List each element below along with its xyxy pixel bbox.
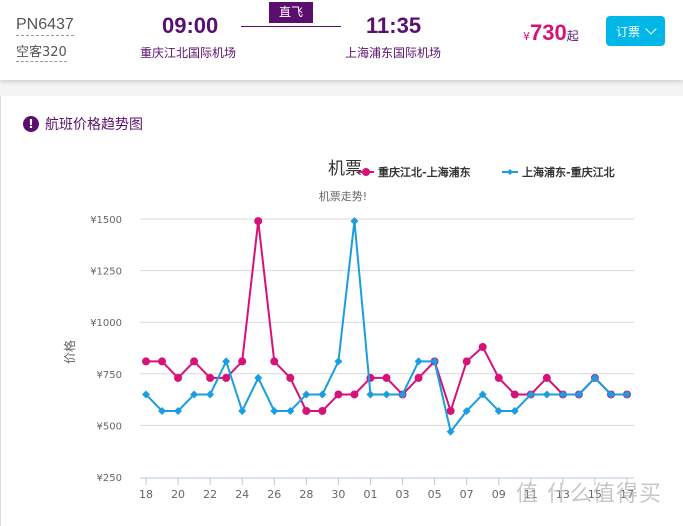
- data-point: [222, 373, 231, 382]
- data-point: [238, 406, 247, 415]
- data-point: [318, 390, 327, 399]
- series-lines: [142, 217, 631, 436]
- data-point: [238, 357, 247, 366]
- x-tick-label: 01: [363, 488, 377, 501]
- y-axis-label: 价格: [62, 340, 77, 364]
- data-point: [270, 406, 279, 415]
- legend-marker: [507, 169, 513, 175]
- data-point: [382, 373, 391, 382]
- x-tick-label: 18: [139, 488, 153, 501]
- data-point: [478, 342, 487, 351]
- data-point: [382, 390, 391, 399]
- data-point: [350, 217, 359, 226]
- legend: 重庆江北-上海浦东 上海浦东-重庆江北: [358, 165, 615, 179]
- price-trend-chart: ¥250 ¥500 ¥750 ¥1000 ¥1250 ¥1500 18 20 22 24 26 28…: [62, 159, 634, 501]
- data-point: [334, 357, 343, 366]
- data-point: [158, 357, 167, 366]
- data-point: [318, 406, 327, 415]
- x-tick-label: 09: [492, 488, 506, 501]
- data-point: [190, 357, 199, 366]
- data-point: [414, 373, 423, 382]
- data-point: [270, 357, 279, 366]
- data-point: [366, 390, 375, 399]
- x-tick-label: 03: [396, 488, 410, 501]
- y-tick-label: ¥750: [97, 370, 122, 381]
- data-point: [494, 373, 503, 382]
- y-tick-label: ¥1250: [90, 267, 122, 278]
- y-axis-ticks: ¥250 ¥500 ¥750 ¥1000 ¥1250 ¥1500: [90, 215, 122, 484]
- data-point: [254, 373, 263, 382]
- data-point: [174, 373, 183, 382]
- chart-title: 机票: [328, 159, 362, 179]
- data-point: [366, 373, 375, 382]
- legend-label: 重庆江北-上海浦东: [378, 165, 471, 179]
- data-point: [206, 390, 215, 399]
- x-tick-label: 30: [331, 488, 345, 501]
- x-tick-label: 20: [171, 488, 185, 501]
- data-point: [414, 357, 423, 366]
- data-point: [142, 357, 150, 366]
- series-line-1: [146, 220, 627, 415]
- data-point: [510, 390, 519, 399]
- y-tick-label: ¥500: [97, 421, 122, 432]
- data-point: [302, 406, 311, 415]
- x-tick-label: 26: [267, 488, 281, 501]
- legend-label: 上海浦东-重庆江北: [522, 165, 615, 179]
- chart-subtitle: 机票走势!: [319, 189, 367, 203]
- data-point: [206, 373, 215, 382]
- x-tick-label: 24: [235, 488, 249, 501]
- watermark: 值 什么值得买: [516, 482, 662, 507]
- data-point: [254, 217, 263, 226]
- data-point: [462, 357, 471, 366]
- y-tick-label: ¥1000: [90, 318, 122, 329]
- y-tick-label: ¥1500: [90, 215, 122, 226]
- x-tick-label: 22: [203, 488, 217, 501]
- legend-marker: [362, 168, 370, 176]
- data-point: [446, 406, 455, 415]
- x-tick-label: 28: [299, 488, 313, 501]
- data-point: [542, 390, 551, 399]
- data-point: [542, 373, 551, 382]
- data-point: [222, 357, 231, 366]
- data-point: [350, 390, 359, 399]
- x-tick-label: 05: [428, 488, 442, 501]
- y-tick-label: ¥250: [97, 473, 122, 484]
- data-point: [286, 373, 295, 382]
- data-point: [334, 390, 343, 399]
- x-tick-label: 07: [460, 488, 474, 501]
- series-line-2: [145, 220, 627, 434]
